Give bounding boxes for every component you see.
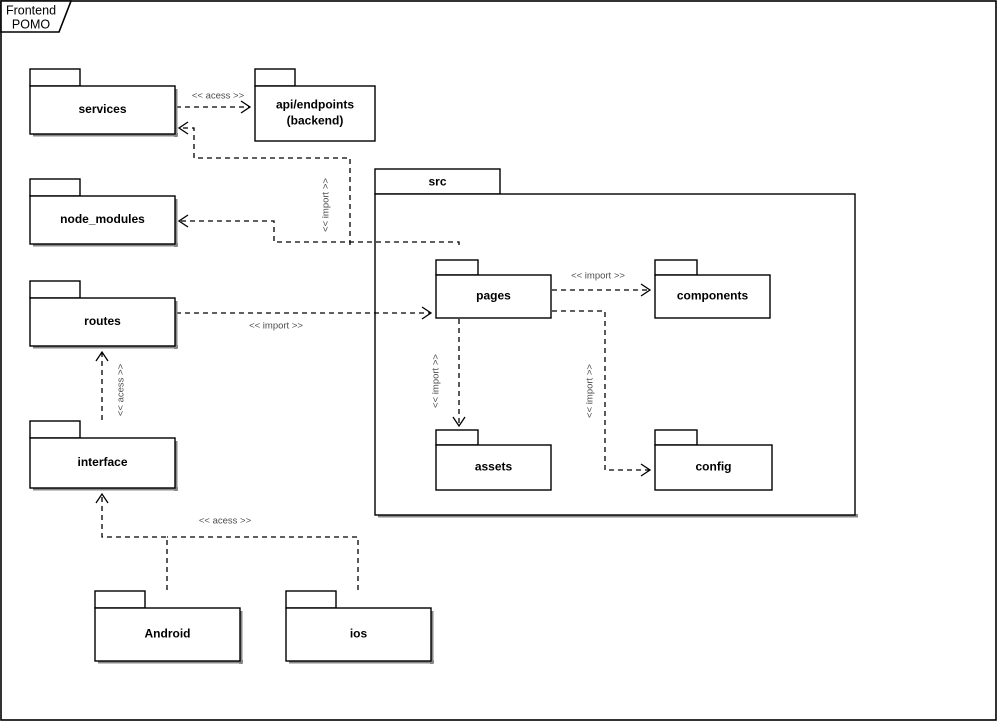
package-node_modules[interactable]: node_modules xyxy=(29,178,178,247)
package-routes[interactable]: routes xyxy=(29,280,178,349)
package-label-line2: (backend) xyxy=(287,114,344,128)
edge-stereotype-label: << acess >> xyxy=(199,516,252,527)
package-services[interactable]: services xyxy=(29,68,178,137)
package-tab xyxy=(29,280,81,299)
diagram-svg: Frontend POMO src << acess >> << import >… xyxy=(0,0,997,721)
edge-stereotype-label: << import >> xyxy=(321,178,332,232)
edge-stereotype-label: << acess >> xyxy=(192,91,245,102)
edge-stereotype-label: << acess >> xyxy=(116,363,127,416)
edge-stereotype-label: << import >> xyxy=(249,321,303,332)
package-interface[interactable]: interface xyxy=(29,420,178,491)
edge-interface-to-routes: << acess >> xyxy=(95,350,127,420)
package-label: config xyxy=(696,460,732,474)
package-tab xyxy=(29,178,81,197)
package-android[interactable]: Android xyxy=(94,590,243,664)
package-label: pages xyxy=(476,289,511,303)
frame-title-line1: Frontend xyxy=(6,3,56,17)
package-label: components xyxy=(677,289,749,303)
package-api_endpoints[interactable]: api/endpoints (backend) xyxy=(254,68,376,142)
edge-line xyxy=(167,536,359,590)
package-tab xyxy=(254,68,296,87)
package-tab xyxy=(435,259,479,276)
edge-android-ios-to-interface: << acess >> xyxy=(95,492,252,590)
package-tab xyxy=(285,590,337,609)
edge-stereotype-label: << import >> xyxy=(431,354,442,408)
package-tab xyxy=(654,259,698,276)
package-label: services xyxy=(78,102,126,116)
package-label: ios xyxy=(350,627,368,641)
package-label: Android xyxy=(145,627,191,641)
edge-stereotype-label: << import >> xyxy=(585,364,596,418)
package-tab xyxy=(29,420,81,439)
package-ios[interactable]: ios xyxy=(285,590,434,664)
edge-services-to-api: << acess >> xyxy=(176,91,252,114)
package-tab xyxy=(29,68,81,87)
package-tab xyxy=(435,429,479,446)
package-label: interface xyxy=(77,455,127,469)
package-tab xyxy=(654,429,698,446)
edge-ios-to-interface-branch xyxy=(167,536,359,590)
package-label: routes xyxy=(84,314,121,328)
package-label: assets xyxy=(475,460,513,474)
container-label: src xyxy=(428,175,446,189)
frame-title-line2: POMO xyxy=(12,17,50,31)
edge-stereotype-label: << import >> xyxy=(571,271,625,282)
package-tab xyxy=(94,590,146,609)
uml-package-diagram-canvas: Frontend POMO src << acess >> << import >… xyxy=(0,0,997,721)
package-label: api/endpoints xyxy=(276,98,354,112)
edge-line xyxy=(101,495,168,590)
package-label: node_modules xyxy=(60,212,145,226)
